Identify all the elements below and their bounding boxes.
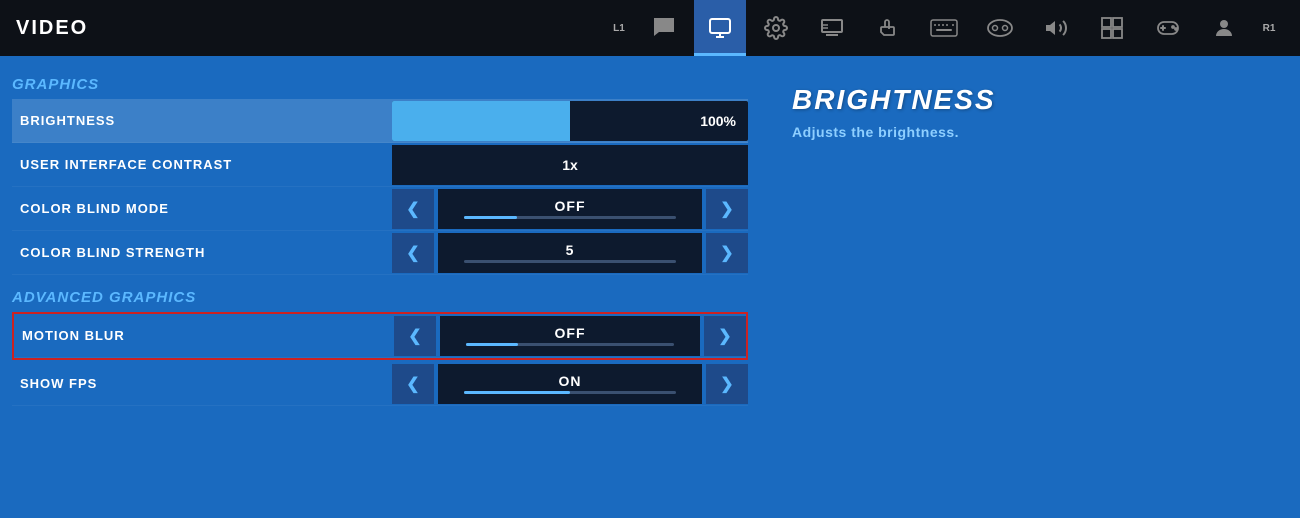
show-fps-value-container: ON (438, 364, 702, 404)
motion-blur-progress (466, 343, 674, 346)
ui-contrast-control: 1x (392, 145, 748, 185)
page-title: VIDEO (16, 17, 88, 40)
nav-icon-display[interactable] (806, 0, 858, 56)
color-blind-strength-left-btn[interactable]: ❮ (392, 233, 434, 273)
motion-blur-label: MOTION BLUR (14, 328, 394, 343)
nav-icon-gear[interactable] (750, 0, 802, 56)
show-fps-row: SHOW FPS ❮ ON ❯ (12, 362, 748, 406)
brightness-label: BRIGHTNESS (12, 113, 392, 128)
show-fps-right-btn[interactable]: ❯ (706, 364, 748, 404)
brightness-control[interactable]: 100% (392, 101, 748, 141)
brightness-value: 100% (700, 113, 736, 129)
motion-blur-value-container: OFF (440, 316, 700, 356)
motion-blur-control: ❮ OFF ❯ (394, 316, 746, 356)
show-fps-value: ON (559, 373, 582, 389)
color-blind-strength-right-btn[interactable]: ❯ (706, 233, 748, 273)
nav-icon-controller2[interactable] (974, 0, 1026, 56)
left-panel: GRAPHICS BRIGHTNESS 100% USER INTERFACE … (0, 56, 760, 518)
show-fps-label: SHOW FPS (12, 376, 392, 391)
advanced-graphics-section-header: ADVANCED GRAPHICS (12, 289, 748, 306)
show-fps-fill (464, 391, 570, 394)
show-fps-control: ❮ ON ❯ (392, 364, 748, 404)
color-blind-mode-right-btn[interactable]: ❯ (706, 189, 748, 229)
color-blind-strength-label: COLOR BLIND STRENGTH (12, 245, 392, 260)
right-panel: BRIGHTNESS Adjusts the brightness. (760, 56, 1300, 518)
brightness-row: BRIGHTNESS 100% (12, 99, 748, 143)
nav-icon-audio[interactable] (1030, 0, 1082, 56)
nav-icon-l1-badge: L1 (604, 0, 634, 56)
nav-bar: L1 (604, 0, 1284, 56)
color-blind-mode-row: COLOR BLIND MODE ❮ OFF ❯ (12, 187, 748, 231)
motion-blur-right-btn[interactable]: ❯ (704, 316, 746, 356)
ui-contrast-row: USER INTERFACE CONTRAST 1x (12, 143, 748, 187)
color-blind-strength-control: ❮ 5 ❯ (392, 233, 748, 273)
nav-icon-keyboard[interactable] (918, 0, 970, 56)
color-blind-strength-progress (464, 260, 675, 263)
detail-title: BRIGHTNESS (792, 84, 1268, 116)
color-blind-mode-fill (464, 216, 517, 219)
show-fps-progress (464, 391, 675, 394)
main-content: GRAPHICS BRIGHTNESS 100% USER INTERFACE … (0, 56, 1300, 518)
color-blind-strength-value: 5 (566, 242, 575, 258)
color-blind-mode-progress (464, 216, 675, 219)
motion-blur-left-btn[interactable]: ❮ (394, 316, 436, 356)
color-blind-strength-value-container: 5 (438, 233, 702, 273)
color-blind-strength-row: COLOR BLIND STRENGTH ❮ 5 ❯ (12, 231, 748, 275)
color-blind-mode-value-container: OFF (438, 189, 702, 229)
ui-contrast-label: USER INTERFACE CONTRAST (12, 157, 392, 172)
color-blind-mode-value: OFF (555, 198, 586, 214)
color-blind-mode-left-btn[interactable]: ❮ (392, 189, 434, 229)
nav-icon-gamepad[interactable] (1142, 0, 1194, 56)
nav-icon-touch[interactable] (862, 0, 914, 56)
nav-icon-layout[interactable] (1086, 0, 1138, 56)
detail-description: Adjusts the brightness. (792, 124, 1268, 140)
brightness-fill (392, 101, 570, 141)
color-blind-mode-label: COLOR BLIND MODE (12, 201, 392, 216)
top-bar: VIDEO L1 (0, 0, 1300, 56)
motion-blur-row: MOTION BLUR ❮ OFF ❯ (14, 314, 746, 358)
motion-blur-value: OFF (555, 325, 586, 341)
nav-icon-r1-badge: R1 (1254, 0, 1284, 56)
graphics-section-header: GRAPHICS (12, 76, 748, 93)
show-fps-left-btn[interactable]: ❮ (392, 364, 434, 404)
nav-icon-profile[interactable] (1198, 0, 1250, 56)
ui-contrast-value: 1x (562, 157, 578, 173)
nav-icon-chat[interactable] (638, 0, 690, 56)
nav-icon-monitor[interactable] (694, 0, 746, 56)
color-blind-mode-control: ❮ OFF ❯ (392, 189, 748, 229)
motion-blur-fill (466, 343, 518, 346)
motion-blur-wrapper: MOTION BLUR ❮ OFF ❯ (12, 312, 748, 360)
